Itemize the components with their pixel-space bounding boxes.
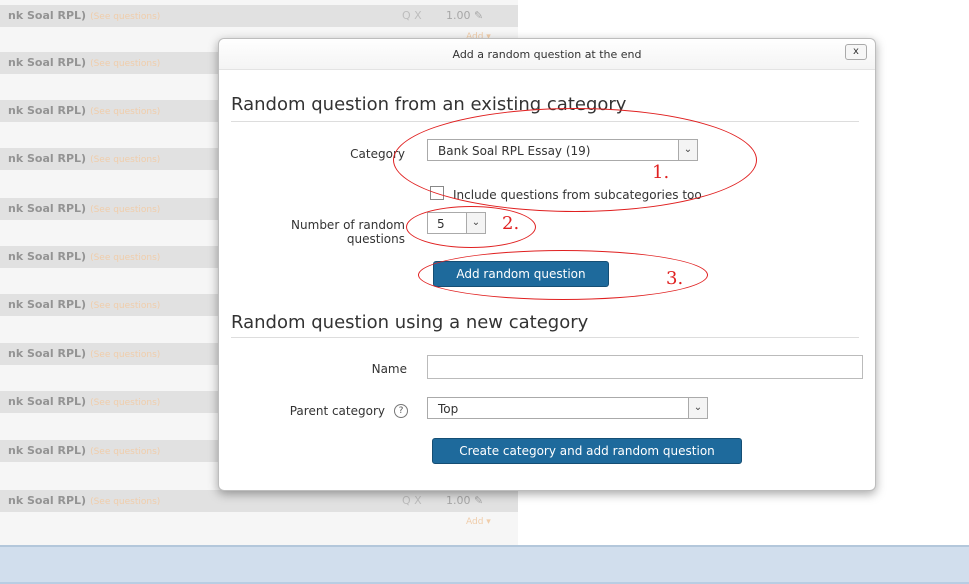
- section-divider: [231, 337, 859, 338]
- annotation-ellipse-3: [418, 250, 708, 300]
- annotation-ellipse-1: [393, 108, 757, 212]
- parent-category-select[interactable]: Top ⌄: [427, 397, 708, 419]
- name-input[interactable]: [427, 355, 863, 379]
- close-button[interactable]: x: [845, 44, 867, 60]
- parent-category-value: Top: [438, 402, 459, 416]
- chevron-down-icon: ⌄: [688, 398, 707, 418]
- number-random-label-line1: Number of random: [291, 218, 405, 232]
- help-icon[interactable]: ?: [394, 404, 408, 418]
- annotation-number-1: 1.: [652, 162, 670, 183]
- dialog-title: Add a random question at the end: [452, 48, 642, 61]
- name-label: Name: [371, 362, 407, 376]
- number-random-label: Number of random questions: [259, 218, 405, 246]
- category-label: Category: [350, 147, 405, 161]
- dialog-header: Add a random question at the end x: [219, 39, 875, 70]
- create-category-button[interactable]: Create category and add random question: [432, 438, 742, 464]
- parent-category-label: Parent category: [289, 404, 385, 418]
- annotation-number-2: 2.: [502, 213, 520, 234]
- new-category-heading: Random question using a new category: [231, 312, 589, 333]
- number-random-label-line2: questions: [346, 232, 405, 246]
- annotation-number-3: 3.: [666, 268, 684, 289]
